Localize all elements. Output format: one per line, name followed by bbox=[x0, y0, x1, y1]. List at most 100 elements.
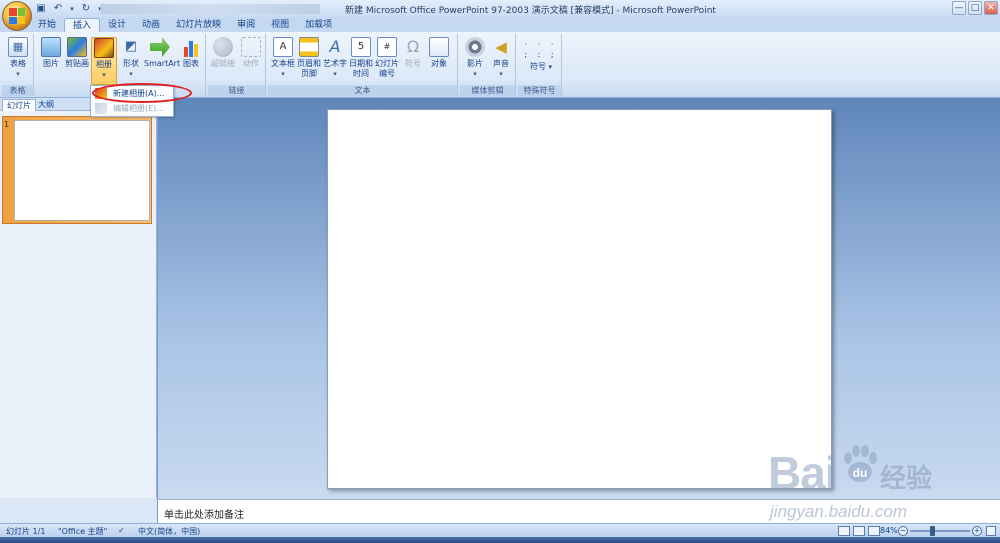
album-button[interactable]: 相册 ▾ bbox=[91, 37, 117, 85]
zoom-out-icon[interactable]: − bbox=[898, 526, 908, 536]
ribbon-tabs-row: 开始 插入 设计 动画 幻灯片放映 审阅 视图 加载项 bbox=[0, 18, 1000, 32]
group-label-tables: 表格 bbox=[2, 85, 33, 96]
edit-album-icon bbox=[95, 103, 107, 114]
movie-label: 影片 bbox=[467, 59, 483, 68]
speaker-icon: ◀ bbox=[495, 38, 507, 56]
chart-icon bbox=[181, 37, 201, 57]
chevron-down-icon: ▾ bbox=[129, 70, 133, 78]
object-label: 对象 bbox=[431, 59, 447, 68]
wordart-button[interactable]: A 艺术字 ▾ bbox=[322, 37, 348, 79]
film-reel-icon bbox=[465, 37, 485, 57]
tab-animation[interactable]: 动画 bbox=[134, 18, 168, 32]
clipart-label: 剪贴画 bbox=[65, 59, 89, 68]
taskbar bbox=[0, 537, 1000, 543]
group-label-text: 文本 bbox=[268, 85, 457, 96]
undo-icon[interactable]: ↶ bbox=[51, 2, 65, 16]
svg-text:du: du bbox=[853, 466, 868, 480]
slides-panel-bottom bbox=[0, 498, 157, 523]
slide-number-label-1: 幻灯片 bbox=[375, 59, 399, 68]
slide-canvas[interactable] bbox=[327, 109, 832, 489]
smartart-icon bbox=[150, 37, 170, 57]
watermark-url: jingyan.baidu.com bbox=[770, 502, 908, 521]
zoom-slider-thumb[interactable] bbox=[930, 526, 935, 536]
chevron-down-icon: ▾ bbox=[102, 71, 106, 79]
tab-outline[interactable]: 大纲 bbox=[34, 99, 58, 111]
object-button[interactable]: 对象 bbox=[426, 37, 452, 69]
header-footer-button[interactable]: 页眉和 页脚 bbox=[296, 37, 322, 79]
symbol-label: 符号 bbox=[405, 59, 421, 68]
tab-design[interactable]: 设计 bbox=[100, 18, 134, 32]
minimize-button[interactable]: — bbox=[952, 1, 966, 15]
status-language[interactable]: 中文(简体，中国) bbox=[138, 526, 200, 537]
chevron-down-icon: ▾ bbox=[281, 70, 285, 78]
tab-review[interactable]: 审阅 bbox=[229, 18, 263, 32]
datetime-label-2: 时间 bbox=[353, 69, 369, 78]
action-icon bbox=[241, 37, 261, 57]
movie-button[interactable]: 影片 ▾ bbox=[462, 37, 488, 79]
album-icon bbox=[94, 38, 114, 58]
close-button[interactable]: ✕ bbox=[984, 1, 998, 15]
picture-icon bbox=[41, 37, 61, 57]
table-button[interactable]: ▦ 表格 ▾ bbox=[5, 37, 31, 79]
tab-slides[interactable]: 幻灯片 bbox=[2, 99, 36, 111]
status-bar: 幻灯片 1/1 "Office 主题" ✓ 中文(简体，中国) 84% − + bbox=[0, 523, 1000, 537]
zoom-in-icon[interactable]: + bbox=[972, 526, 982, 536]
zoom-level[interactable]: 84% bbox=[880, 526, 898, 535]
window-controls: — □ ✕ bbox=[952, 1, 998, 15]
normal-view-icon[interactable] bbox=[838, 526, 850, 536]
tab-home[interactable]: 开始 bbox=[30, 18, 64, 32]
slide-thumbnail[interactable] bbox=[14, 120, 150, 221]
slide-number-button[interactable]: # 幻灯片 编号 bbox=[374, 37, 400, 79]
slide-sorter-icon[interactable] bbox=[853, 526, 865, 536]
blurred-region bbox=[100, 4, 320, 14]
paw-logo-icon: du bbox=[844, 445, 877, 482]
symbols-button[interactable]: · · ·; : ; 符号 ▾ bbox=[524, 40, 558, 72]
spellcheck-icon[interactable]: ✓ bbox=[118, 526, 125, 535]
tab-slideshow[interactable]: 幻灯片放映 bbox=[168, 18, 229, 32]
zoom-slider-track[interactable] bbox=[910, 530, 970, 532]
tab-insert[interactable]: 插入 bbox=[64, 18, 101, 32]
slideshow-view-icon[interactable] bbox=[868, 526, 880, 536]
smartart-button[interactable]: SmartArt bbox=[144, 37, 180, 69]
sound-label: 声音 bbox=[493, 59, 509, 68]
chevron-down-icon[interactable]: ▾ bbox=[68, 2, 76, 16]
chevron-down-icon: ▾ bbox=[548, 63, 553, 71]
menu-item-edit-album-label: 编辑相册(E)... bbox=[113, 104, 164, 113]
group-links: 超链接 动作 链接 bbox=[208, 34, 266, 96]
picture-button[interactable]: 图片 bbox=[38, 37, 64, 69]
save-icon[interactable]: ▣ bbox=[34, 2, 48, 16]
maximize-button[interactable]: □ bbox=[968, 1, 982, 15]
chart-button[interactable]: 图表 bbox=[178, 37, 204, 69]
chevron-down-icon: ▾ bbox=[16, 70, 20, 78]
clipart-icon bbox=[67, 37, 87, 57]
tab-view[interactable]: 视图 bbox=[263, 18, 297, 32]
fit-window-icon[interactable] bbox=[986, 526, 996, 536]
textbox-label: 文本框 bbox=[271, 59, 295, 68]
sound-button[interactable]: ◀ 声音 ▾ bbox=[488, 37, 514, 79]
tab-addins[interactable]: 加载项 bbox=[297, 18, 340, 32]
punctuation-preview: · · ·; : ; bbox=[524, 40, 558, 59]
group-label-links: 链接 bbox=[208, 85, 265, 96]
clipart-button[interactable]: 剪贴画 bbox=[64, 37, 90, 69]
chevron-down-icon: ▾ bbox=[499, 70, 503, 78]
notes-placeholder: 单击此处添加备注 bbox=[164, 510, 244, 521]
table-icon: ▦ bbox=[8, 37, 28, 57]
datetime-button[interactable]: 5 日期和 时间 bbox=[348, 37, 374, 79]
menu-item-edit-album[interactable]: 编辑相册(E)... bbox=[91, 101, 173, 116]
watermark-brand: Bai bbox=[768, 447, 838, 499]
textbox-button[interactable]: A 文本框 ▾ bbox=[270, 37, 296, 79]
slide-thumbnail-number: 1 bbox=[4, 120, 10, 129]
shapes-button[interactable]: ◩ 形状 ▾ bbox=[118, 37, 144, 79]
group-tables: ▦ 表格 ▾ 表格 bbox=[2, 34, 34, 96]
symbol-button[interactable]: Ω 符号 bbox=[400, 37, 426, 69]
album-label: 相册 bbox=[96, 60, 112, 69]
highlight-circle bbox=[92, 83, 192, 103]
redo-icon[interactable]: ↻ bbox=[79, 2, 93, 16]
action-button[interactable]: 动作 bbox=[238, 37, 264, 69]
office-button[interactable] bbox=[2, 1, 32, 31]
watermark-jingyan: 经验 bbox=[880, 464, 933, 494]
hyperlink-button[interactable]: 超链接 bbox=[210, 37, 236, 69]
smartart-label: SmartArt bbox=[144, 59, 181, 68]
globe-icon bbox=[213, 37, 233, 57]
wordart-label: 艺术字 bbox=[323, 59, 347, 68]
